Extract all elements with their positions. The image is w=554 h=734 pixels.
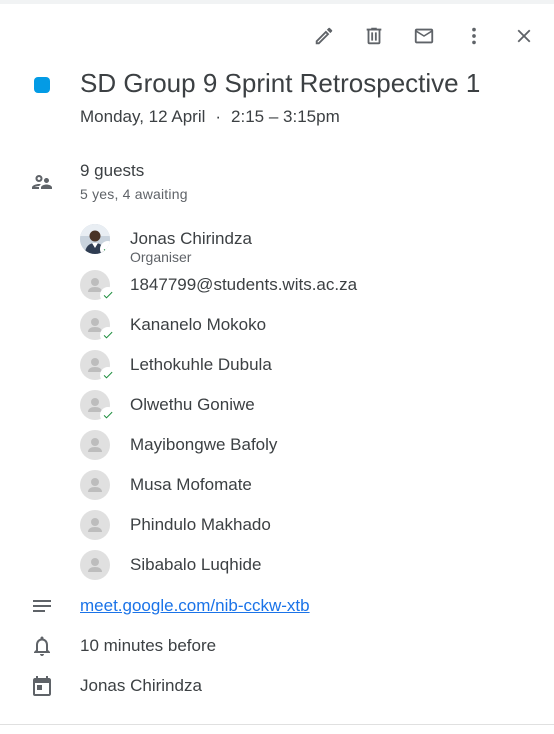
guest-name: Jonas Chirindza [130, 229, 252, 248]
guest-row[interactable]: Phindulo Makhado [80, 510, 271, 540]
avatar [80, 510, 110, 540]
guest-name: Sibabalo Luqhide [130, 555, 262, 574]
guest-row[interactable]: Musa Mofomate [80, 470, 252, 500]
trash-icon [366, 27, 382, 45]
avatar [80, 430, 110, 460]
guest-name: Phindulo Makhado [130, 515, 271, 534]
guest-row[interactable]: Sibabalo Luqhide [80, 550, 261, 580]
datetime-separator: · [215, 107, 222, 126]
guests-summary: 5 yes, 4 awaiting [80, 186, 188, 202]
calendar-icon [30, 674, 54, 698]
guest-row[interactable]: Lethokuhle Dubula [80, 350, 272, 383]
guest-name: 1847799@students.wits.ac.za [130, 275, 358, 294]
guest-row[interactable]: Olwethu Goniwe [80, 390, 255, 423]
event-date: Monday, 12 April [80, 107, 206, 126]
avatar [80, 350, 116, 383]
guest-row[interactable]: Jonas Chirindza Organiser [80, 224, 252, 265]
delete-button[interactable] [358, 20, 390, 52]
accepted-check-icon [100, 407, 116, 423]
close-button[interactable] [508, 20, 540, 52]
guests-count: 9 guests [80, 161, 145, 180]
event-toolbar [290, 20, 540, 52]
avatar [80, 270, 116, 303]
envelope-icon [414, 28, 434, 44]
meet-link[interactable]: meet.google.com/nib-cckw-xtb [80, 596, 310, 616]
guest-name: Olwethu Goniwe [130, 395, 255, 414]
avatar [80, 224, 110, 254]
event-datetime: Monday, 12 April · 2:15 – 3:15pm [80, 107, 340, 127]
guest-name: Lethokuhle Dubula [130, 355, 272, 374]
accepted-check-icon [100, 241, 110, 254]
bottom-divider [0, 724, 554, 725]
guest-name: Mayibongwe Bafoly [130, 435, 278, 454]
description-icon [30, 594, 54, 618]
guests-icon [30, 170, 54, 194]
guest-name: Kananelo Mokoko [130, 315, 267, 334]
calendar-owner: Jonas Chirindza [80, 676, 202, 695]
calendar-color-square [34, 77, 50, 93]
top-divider [0, 0, 554, 4]
avatar [80, 550, 110, 580]
event-title: SD Group 9 Sprint Retrospective 1 [80, 68, 481, 98]
email-guests-button[interactable] [408, 20, 440, 52]
guest-row[interactable]: Mayibongwe Bafoly [80, 430, 277, 460]
accepted-check-icon [100, 287, 116, 303]
close-icon [517, 29, 531, 43]
avatar [80, 470, 110, 500]
avatar [80, 310, 116, 343]
accepted-check-icon [100, 327, 116, 343]
guest-row[interactable]: 1847799@students.wits.ac.za [80, 270, 358, 303]
event-time: 2:15 – 3:15pm [231, 107, 340, 126]
more-vert-icon [472, 27, 476, 45]
avatar [80, 390, 116, 423]
guest-role: Organiser [130, 249, 192, 265]
pencil-icon [315, 27, 333, 45]
bell-icon [30, 634, 54, 658]
edit-button[interactable] [308, 20, 340, 52]
guest-name: Musa Mofomate [130, 475, 252, 494]
guest-row[interactable]: Kananelo Mokoko [80, 310, 267, 343]
reminder-text: 10 minutes before [80, 636, 217, 655]
more-options-button[interactable] [458, 20, 490, 52]
accepted-check-icon [100, 367, 116, 383]
